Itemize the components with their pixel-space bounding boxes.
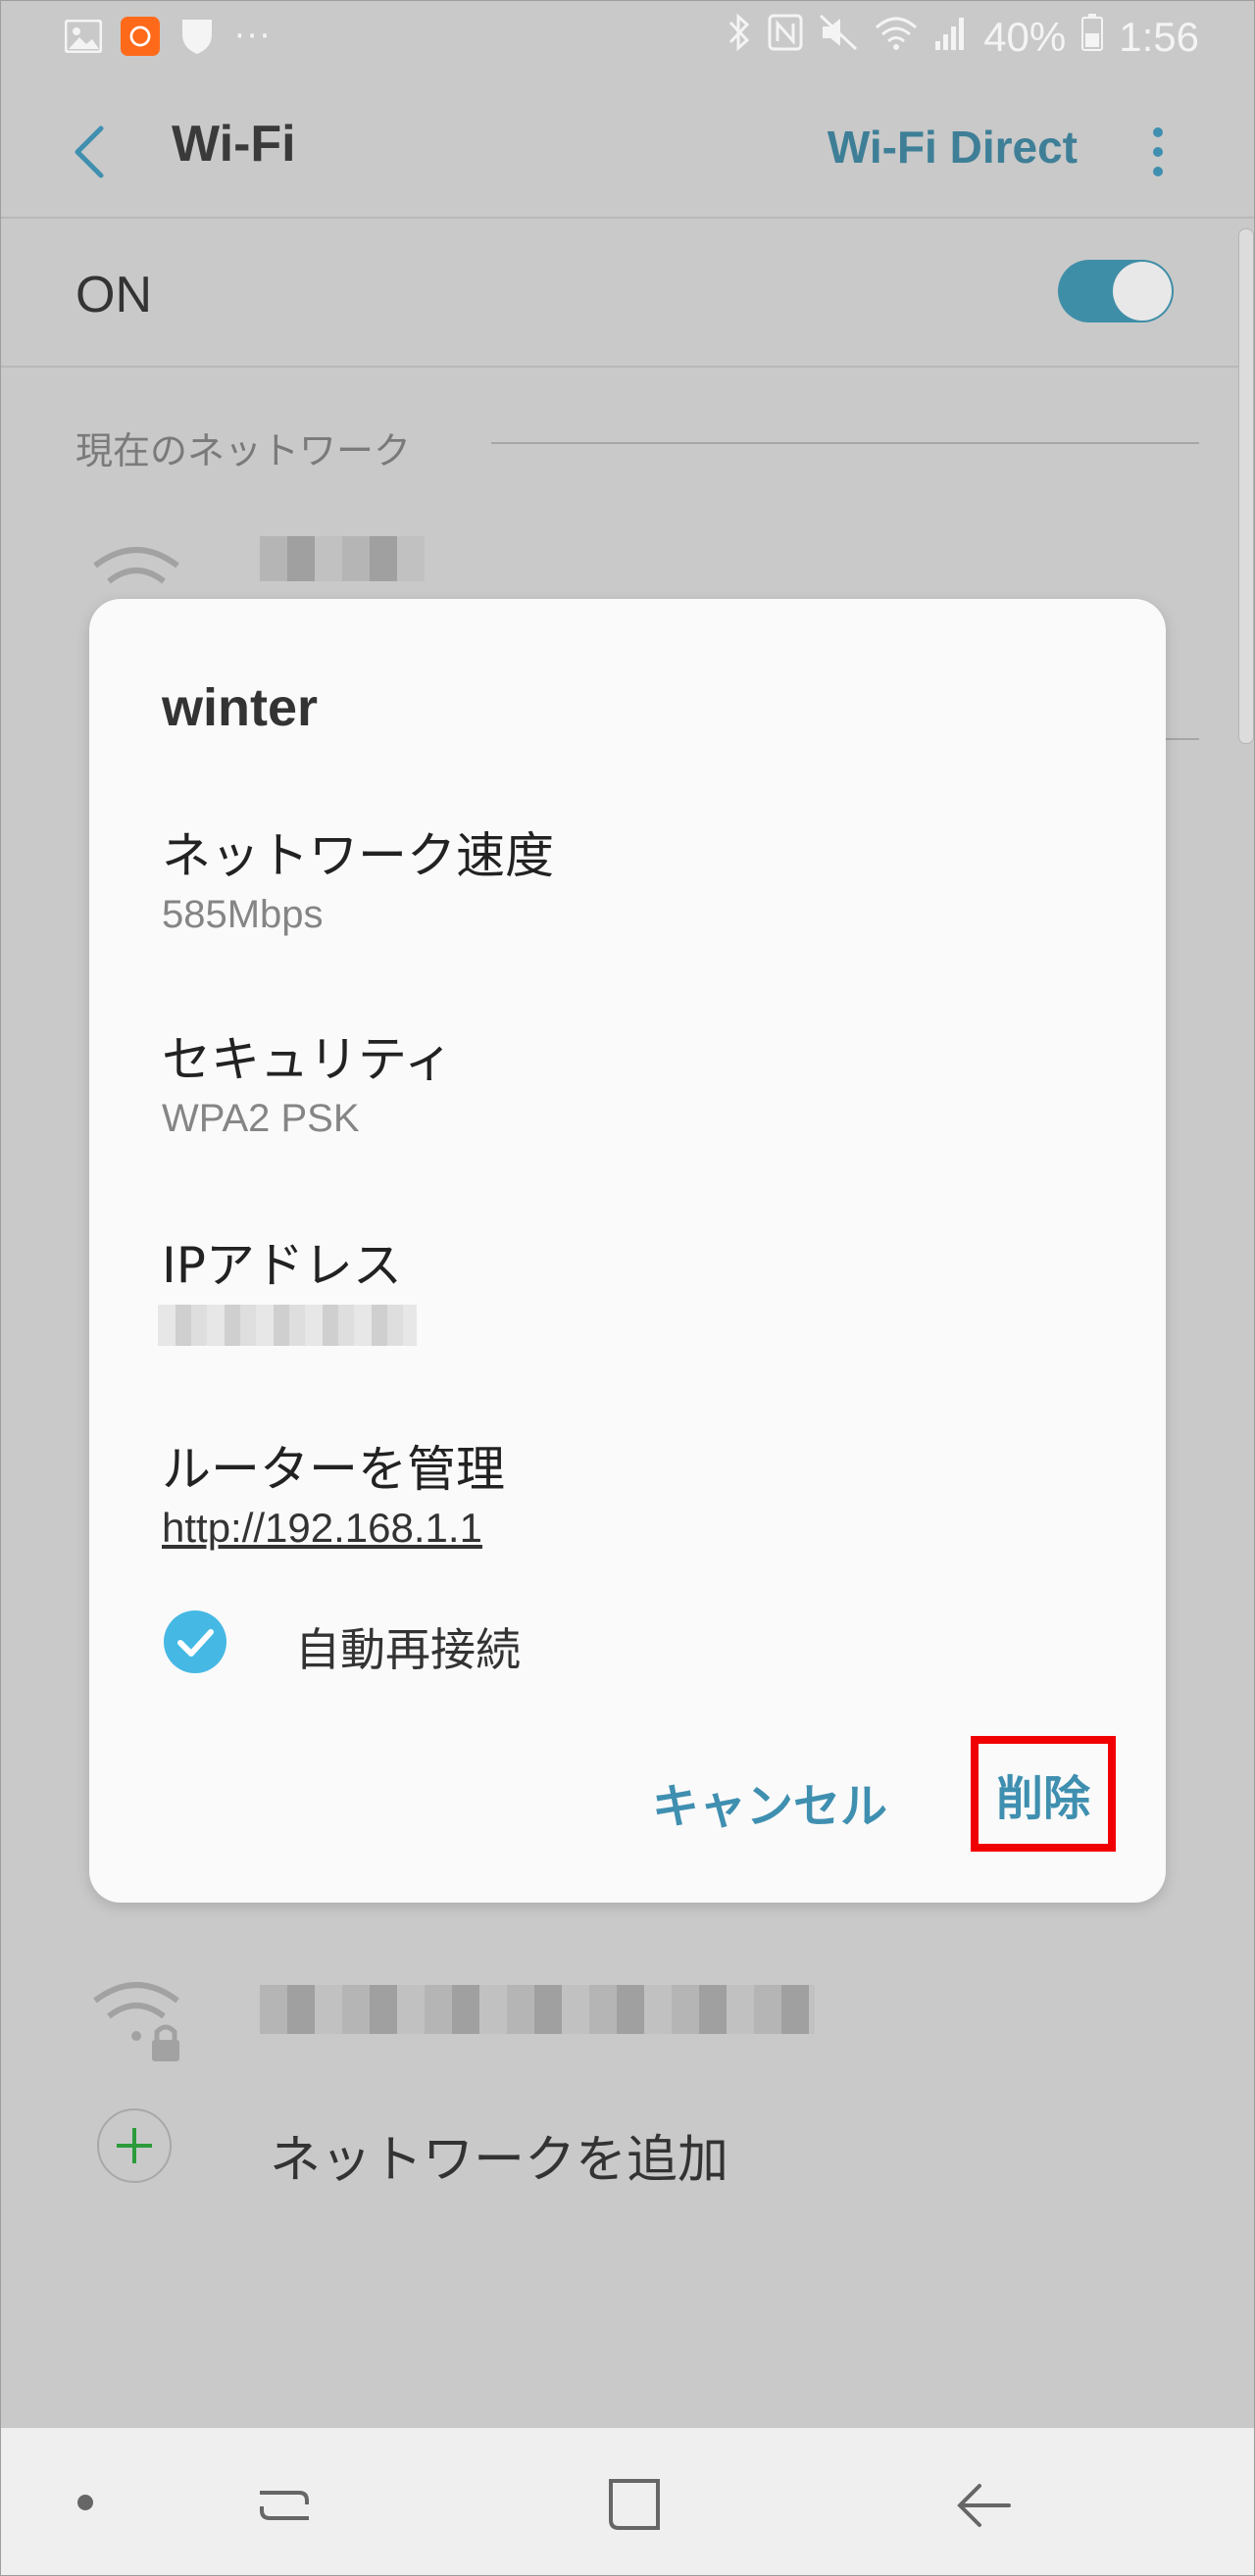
security-value: WPA2 PSK xyxy=(162,1097,360,1140)
section-header-current: 現在のネットワーク xyxy=(75,429,412,472)
battery-icon xyxy=(1081,14,1104,61)
network-details-dialog: winter ネットワーク速度 585Mbps セキュリティ WPA2 PSK … xyxy=(89,599,1166,1903)
wifi-toggle-switch[interactable] xyxy=(1058,260,1174,322)
more-options-icon[interactable] xyxy=(1148,123,1168,181)
battery-percent: 40% xyxy=(983,14,1067,60)
network-speed-value: 585Mbps xyxy=(162,893,324,936)
section-header-available xyxy=(75,715,87,758)
auto-reconnect-checkbox[interactable] xyxy=(164,1610,226,1673)
toggle-knob xyxy=(1113,262,1172,321)
shield-icon xyxy=(177,17,217,56)
cancel-button[interactable]: キャンセル xyxy=(652,1767,887,1836)
auto-reconnect-label[interactable]: 自動再接続 xyxy=(295,1614,521,1679)
ip-address-value-blurred xyxy=(158,1305,417,1346)
dialog-title: winter xyxy=(162,678,319,737)
nfc-icon xyxy=(768,14,803,61)
add-network-plus-icon[interactable] xyxy=(97,2108,172,2183)
delete-button-label: 削除 xyxy=(995,1771,1090,1826)
wifi-direct-button[interactable]: Wi-Fi Direct xyxy=(828,121,1078,173)
wifi-icon xyxy=(874,14,919,61)
network-name-blurred[interactable] xyxy=(260,1985,815,2034)
navigation-bar xyxy=(1,2428,1254,2575)
security-label: セキュリティ xyxy=(162,1031,453,1088)
back-arrow-icon[interactable] xyxy=(66,123,115,181)
mute-icon xyxy=(819,14,858,61)
status-bar: ··· 40% 1:56 xyxy=(1,1,1254,79)
add-network-label[interactable]: ネットワークを追加 xyxy=(270,2118,728,2192)
home-icon[interactable] xyxy=(601,2471,670,2540)
router-link[interactable]: http://192.168.1.1 xyxy=(162,1505,482,1552)
wifi-toggle-row[interactable]: ON xyxy=(1,219,1254,366)
page-title: Wi-Fi xyxy=(172,116,296,173)
signal-icon xyxy=(934,14,968,61)
overflow-notifications: ··· xyxy=(234,17,273,56)
divider xyxy=(1,366,1254,368)
gallery-icon xyxy=(64,17,103,56)
scrollbar[interactable] xyxy=(1238,228,1254,744)
network-speed-label: ネットワーク速度 xyxy=(162,827,554,884)
dot-icon[interactable] xyxy=(75,2493,95,2512)
router-label: ルーターを管理 xyxy=(162,1441,505,1498)
screen: ··· 40% 1:56 Wi-Fi Wi-Fi Direct ON 現在のネッ… xyxy=(0,0,1255,2576)
current-network-name-blurred xyxy=(260,536,425,581)
app-bar: Wi-Fi Wi-Fi Direct xyxy=(1,79,1254,217)
ip-address-label: IPアドレス xyxy=(162,1237,402,1294)
section-divider xyxy=(491,442,1199,444)
back-icon[interactable] xyxy=(950,2471,1019,2540)
delete-button[interactable]: 削除 xyxy=(971,1736,1116,1852)
clock: 1:56 xyxy=(1119,14,1199,60)
recent-apps-icon[interactable] xyxy=(250,2471,319,2540)
bluetooth-icon xyxy=(727,13,752,62)
toggle-label: ON xyxy=(75,267,152,323)
check-icon xyxy=(177,1629,214,1657)
wifi-lock-icon[interactable] xyxy=(87,1971,185,2061)
app-icon xyxy=(121,17,160,56)
